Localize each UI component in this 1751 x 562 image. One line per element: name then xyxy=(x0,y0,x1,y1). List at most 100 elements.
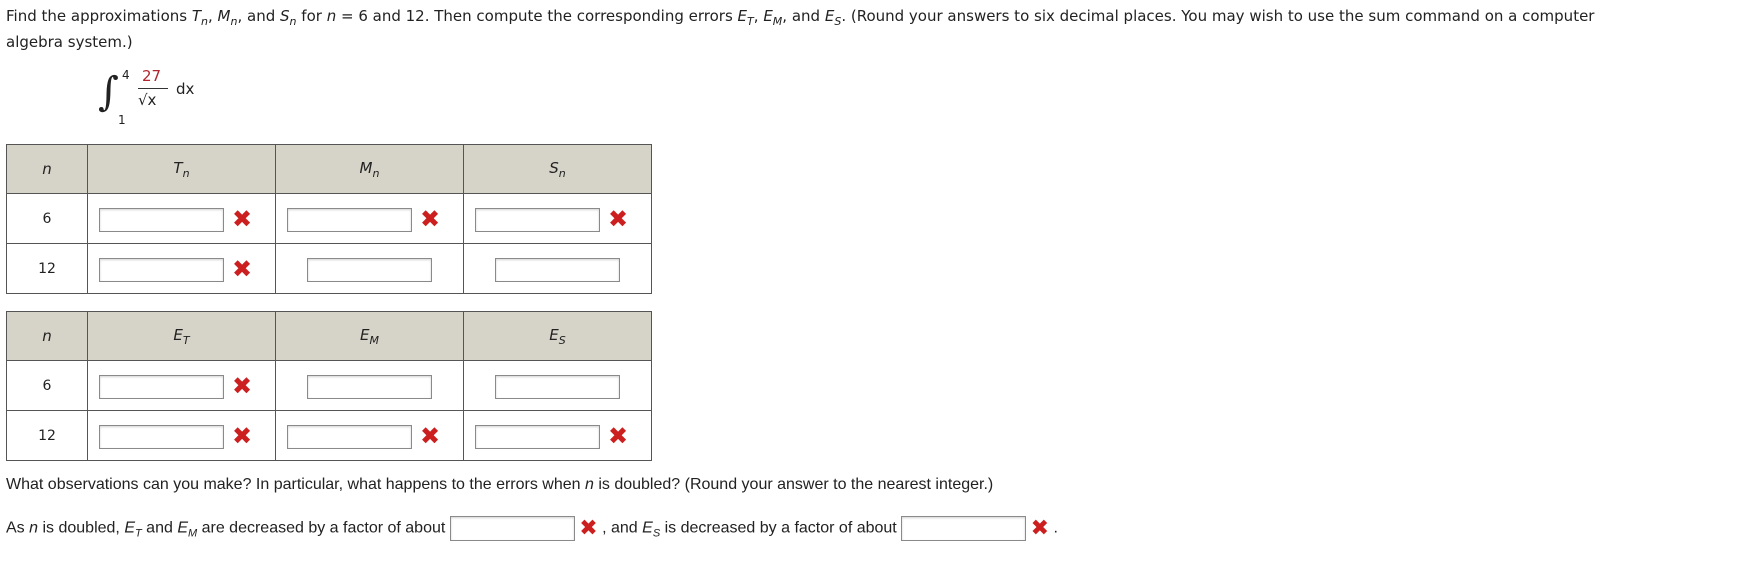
e-symbol: E xyxy=(177,519,188,537)
incorrect-icon: ✖ xyxy=(579,516,598,541)
answer-cell xyxy=(276,361,463,410)
n-symbol: n xyxy=(326,7,337,25)
subscript: n xyxy=(289,15,297,28)
n-symbol: n xyxy=(29,519,39,537)
answer-cell: ✖ xyxy=(88,194,275,243)
row-label-n: 12 xyxy=(6,243,88,294)
header-subscript: n xyxy=(558,166,566,180)
e-symbol: E xyxy=(763,7,773,25)
incorrect-icon: ✖ xyxy=(232,205,253,233)
e-symbol: E xyxy=(642,519,653,537)
answer-cell: ✖ xyxy=(88,361,275,410)
s-symbol: S xyxy=(280,7,290,25)
header-label: T xyxy=(173,158,183,177)
header-sn: Sn xyxy=(463,144,652,194)
header-mn: Mn xyxy=(275,144,464,194)
sn-12-input[interactable] xyxy=(495,258,620,282)
answer-cell: ✖ xyxy=(464,411,651,460)
header-n: n xyxy=(6,144,88,194)
tn-6-input[interactable] xyxy=(99,208,224,232)
answer-cell: ✖ xyxy=(276,194,463,243)
table-header-row: n Tn Mn Sn xyxy=(6,144,652,194)
header-subscript: n xyxy=(372,166,380,180)
table-row: 12 ✖ xyxy=(6,243,652,294)
n-symbol: n xyxy=(584,476,594,493)
fraction-numerator: 27 xyxy=(142,67,162,85)
header-tn: Tn xyxy=(87,144,276,194)
incorrect-icon: ✖ xyxy=(232,422,253,450)
answer-text: As xyxy=(6,519,30,537)
row-label-n: 6 xyxy=(6,360,88,411)
incorrect-icon: ✖ xyxy=(608,205,629,233)
prompt-text: for xyxy=(296,7,327,25)
header-subscript: S xyxy=(558,333,566,347)
separator: , and xyxy=(237,7,281,25)
incorrect-icon: ✖ xyxy=(608,422,629,450)
header-n: n xyxy=(6,311,88,361)
table-row: 12 ✖ ✖ ✖ xyxy=(6,410,652,461)
e-symbol: E xyxy=(824,7,835,25)
approximations-table: n Tn Mn Sn 6 ✖ ✖ ✖ 12 ✖ xyxy=(6,144,652,294)
tn-12-input[interactable] xyxy=(99,258,224,282)
answer-cell: ✖ xyxy=(88,244,275,293)
header-et: ET xyxy=(87,311,276,361)
m-symbol: M xyxy=(217,7,231,25)
factor-s-input[interactable] xyxy=(901,516,1027,541)
observation-answer: As n is doubled, ET and EM are decreased… xyxy=(6,516,1058,541)
row-label-n: 6 xyxy=(6,193,88,244)
subscript: T xyxy=(134,527,142,540)
factor-tm-input[interactable] xyxy=(449,516,575,541)
header-subscript: M xyxy=(369,333,379,347)
question-prompt: Find the approximations Tn, Mn, and Sn f… xyxy=(6,3,1746,35)
table-row: 6 ✖ xyxy=(6,360,652,411)
errors-table: n ET EM ES 6 ✖ 12 ✖ ✖ ✖ xyxy=(6,311,652,461)
header-label: E xyxy=(549,325,559,344)
prompt-line2: algebra system.) xyxy=(6,33,133,51)
table-header-row: n ET EM ES xyxy=(6,311,652,361)
integral-lower-limit: 1 xyxy=(118,113,126,127)
separator: , xyxy=(753,7,764,25)
answer-text: are decreased by a factor of about xyxy=(197,519,450,537)
integral-sign: ∫ xyxy=(98,69,119,115)
answer-cell: ✖ xyxy=(276,411,463,460)
answer-cell xyxy=(464,361,651,410)
sn-6-input[interactable] xyxy=(475,208,600,232)
header-label: E xyxy=(173,325,183,344)
header-em: EM xyxy=(275,311,464,361)
answer-text: . xyxy=(1049,519,1058,537)
es-6-input[interactable] xyxy=(495,375,620,399)
fraction-bar xyxy=(138,88,168,89)
question-text: What observations can you make? In parti… xyxy=(6,476,585,493)
header-subscript: T xyxy=(182,333,190,347)
answer-cell xyxy=(276,244,463,293)
answer-text: and xyxy=(141,519,178,537)
header-label: S xyxy=(549,158,559,177)
incorrect-icon: ✖ xyxy=(420,422,441,450)
prompt-text: and xyxy=(791,7,825,25)
answer-text: is decreased by a factor of about xyxy=(660,519,902,537)
es-12-input[interactable] xyxy=(475,425,600,449)
incorrect-icon: ✖ xyxy=(1030,516,1050,541)
em-6-input[interactable] xyxy=(307,375,432,399)
incorrect-icon: ✖ xyxy=(420,205,441,233)
answer-cell: ✖ xyxy=(88,411,275,460)
e-symbol: E xyxy=(124,519,135,537)
header-es: ES xyxy=(463,311,652,361)
mn-12-input[interactable] xyxy=(307,258,432,282)
subscript: n xyxy=(201,15,208,28)
mn-6-input[interactable] xyxy=(287,208,412,232)
answer-text: , and xyxy=(597,519,643,537)
subscript: T xyxy=(747,15,754,28)
em-12-input[interactable] xyxy=(287,425,412,449)
separator: , xyxy=(782,7,792,25)
prompt-text: . (Round your answers to six decimal pla… xyxy=(841,7,1595,25)
integral-expression: ∫ 4 1 27 √x dx xyxy=(98,66,218,130)
question-text: is doubled? (Round your answer to the ne… xyxy=(593,476,994,493)
row-label-n: 12 xyxy=(6,410,88,461)
et-6-input[interactable] xyxy=(99,375,224,399)
subscript: M xyxy=(187,527,198,540)
observation-question: What observations can you make? In parti… xyxy=(6,476,993,494)
prompt-text: Find the approximations xyxy=(6,7,192,25)
answer-text: is doubled, xyxy=(38,519,125,537)
et-12-input[interactable] xyxy=(99,425,224,449)
